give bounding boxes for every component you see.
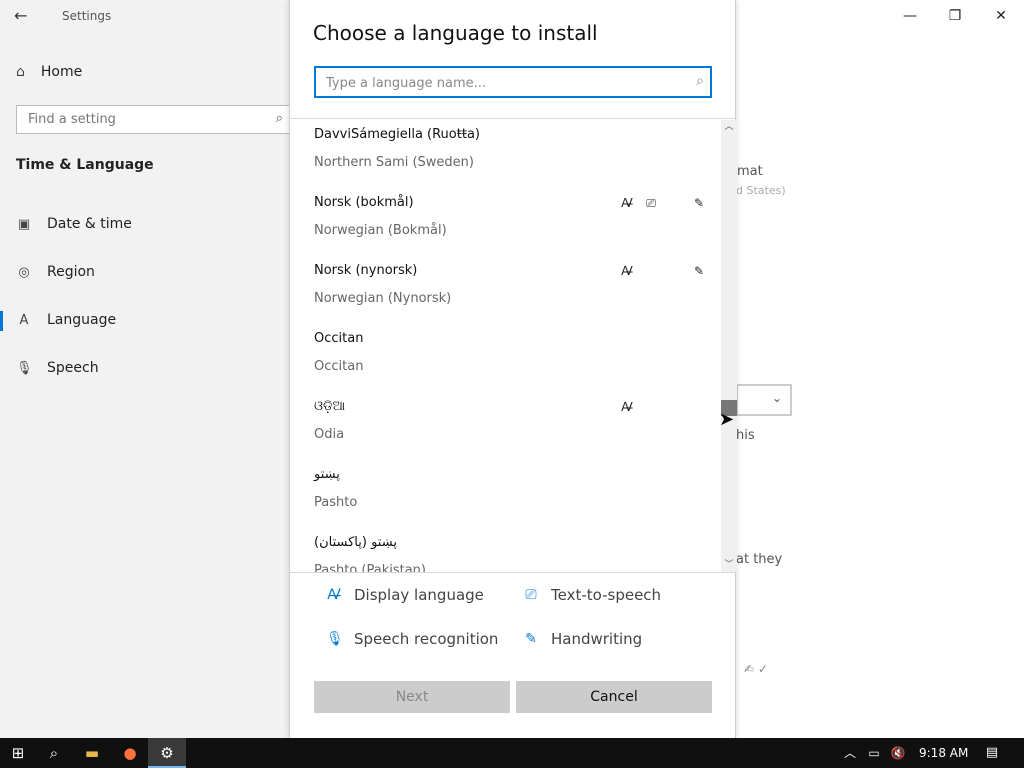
display-language-icon: Ꜻ	[621, 400, 633, 414]
taskbar-clock[interactable]: 9:18 AM	[919, 746, 968, 760]
find-setting-placeholder: Find a setting	[28, 112, 116, 127]
list-item[interactable]: DavviSámegiella (Ruoŧŧa) Northern Sami (…	[314, 120, 714, 188]
nav-date-time-label: Date & time	[47, 216, 132, 232]
settings-sidebar: ← Settings ⌂ Home Find a setting ⌕ Time …	[0, 0, 290, 738]
firefox-icon[interactable]: ●	[120, 743, 140, 763]
legend-handwriting-label: Handwriting	[551, 630, 643, 648]
legend-text-to-speech: ⎚ Text-to-speech	[523, 586, 661, 604]
bg-his-text: his	[736, 428, 755, 443]
list-item[interactable]: Norsk (nynorsk) Norwegian (Nynorsk) Ꜻ ✎	[314, 256, 714, 324]
microphone-icon: 🎙	[326, 631, 344, 647]
network-icon[interactable]: ▭	[864, 743, 884, 763]
section-title: Time & Language	[16, 157, 154, 173]
nav-speech[interactable]: 🎙 Speech	[16, 360, 99, 376]
language-english-name: Occitan	[314, 359, 364, 374]
handwriting-icon: ✎	[693, 264, 705, 278]
chevron-up-icon[interactable]: ︿	[840, 743, 860, 763]
list-scrollbar[interactable]: ︿ ﹀	[721, 120, 737, 572]
legend-handwriting: ✎ Handwriting	[523, 630, 642, 648]
microphone-icon: 🎙	[16, 360, 33, 376]
handwriting-icon: ✎	[693, 196, 705, 210]
language-english-name: Northern Sami (Sweden)	[314, 155, 474, 170]
nav-language-label: Language	[47, 312, 117, 328]
chevron-down-icon: ⌄	[771, 391, 782, 405]
calendar-clock-icon: ▣	[17, 216, 31, 232]
handwriting-icon: ✎	[525, 631, 537, 647]
minimize-icon[interactable]: —	[900, 6, 920, 26]
search-icon[interactable]: ⌕	[44, 743, 64, 763]
list-item[interactable]: (پاکستان) پښتو Pashto (Pakistan)	[314, 528, 714, 572]
language-dialog: Choose a language to install ⌕ DavviSáme…	[289, 0, 737, 738]
language-english-name: Odia	[314, 427, 345, 442]
nav-active-indicator	[0, 311, 3, 331]
language-english-name: Pashto	[314, 495, 358, 510]
legend-text-to-speech-label: Text-to-speech	[551, 586, 662, 604]
volume-muted-icon[interactable]: 🔇	[888, 743, 908, 763]
search-icon: ⌕	[275, 111, 283, 126]
notifications-icon[interactable]: ▤	[982, 743, 1002, 763]
home-label: Home	[40, 64, 83, 80]
bg-they-text: at they	[736, 552, 783, 567]
back-arrow-icon[interactable]: ←	[14, 6, 34, 26]
language-native-name: Norsk (nynorsk)	[314, 263, 418, 278]
bg-format-text: mat	[737, 164, 763, 179]
mouse-cursor-icon: ➤	[719, 409, 735, 430]
list-item[interactable]: پښتو Pashto	[314, 460, 714, 528]
bg-dropdown[interactable]: ⌄	[736, 384, 792, 416]
chevron-down-icon[interactable]: ﹀	[721, 558, 737, 572]
window-title: Settings	[62, 9, 112, 23]
start-windows-icon[interactable]: ⊞	[8, 743, 28, 763]
search-icon: ⌕	[696, 73, 704, 89]
restore-icon[interactable]: ❐	[945, 6, 965, 26]
display-language-icon: Ꜻ	[327, 587, 341, 603]
file-explorer-icon[interactable]: ▬	[82, 743, 102, 763]
close-icon[interactable]: ✕	[991, 6, 1011, 26]
list-item[interactable]: Occitan Occitan	[314, 324, 714, 392]
nav-home[interactable]: ⌂ Home	[16, 64, 82, 80]
bg-states-text: d States)	[736, 184, 786, 197]
nav-region[interactable]: ◎ Region	[16, 264, 95, 280]
language-native-name: ଓଡ଼ିଆ	[314, 399, 346, 414]
display-language-icon: Ꜻ	[621, 264, 633, 278]
nav-language[interactable]: A Language	[16, 312, 117, 328]
legend-speech-recognition: 🎙 Speech recognition	[326, 630, 498, 648]
list-bottom-divider	[290, 572, 735, 573]
display-language-icon: Ꜻ	[621, 196, 633, 210]
gear-icon[interactable]: ⚙	[157, 743, 177, 763]
chevron-up-icon[interactable]: ︿	[721, 120, 737, 134]
language-search-input[interactable]	[326, 74, 676, 92]
language-list: DavviSámegiella (Ruoŧŧa) Northern Sami (…	[290, 120, 720, 572]
globe-icon: ◎	[18, 264, 30, 280]
legend-display-language: Ꜻ Display language	[326, 586, 484, 604]
text-to-speech-icon: ⎚	[646, 196, 656, 210]
taskbar: ⊞ ⌕ ▬ ● ⚙ ︿ ▭ 🔇 9:18 AM ▤	[0, 738, 1024, 768]
language-native-name: Occitan	[314, 331, 364, 346]
nav-date-time[interactable]: ▣ Date & time	[16, 216, 132, 232]
language-native-name: پښتو	[314, 467, 340, 482]
dialog-title: Choose a language to install	[313, 21, 598, 45]
language-native-name: DavviSámegiella (Ruoŧŧa)	[314, 127, 480, 142]
language-search-box[interactable]: ⌕	[314, 66, 712, 98]
nav-speech-label: Speech	[47, 360, 99, 376]
language-native-name: Norsk (bokmål)	[314, 195, 414, 210]
home-icon: ⌂	[16, 64, 25, 80]
nav-region-label: Region	[47, 264, 95, 280]
find-setting-input[interactable]: Find a setting ⌕	[16, 105, 290, 134]
list-item[interactable]: Norsk (bokmål) Norwegian (Bokmål) Ꜻ ⎚ ✎	[314, 188, 714, 256]
next-button[interactable]: Next	[314, 681, 510, 713]
language-english-name: Norwegian (Bokmål)	[314, 223, 447, 238]
legend-speech-recognition-label: Speech recognition	[354, 630, 499, 648]
language-native-name: (پاکستان) پښتو	[314, 535, 397, 550]
handwriting-icon: ✍ ✓	[744, 662, 768, 676]
language-english-name: Pashto (Pakistan)	[314, 563, 426, 572]
text-to-speech-icon: ⎚	[525, 587, 537, 603]
language-english-name: Norwegian (Nynorsk)	[314, 291, 452, 306]
list-top-divider	[290, 118, 735, 119]
legend-display-language-label: Display language	[354, 586, 484, 604]
cancel-button[interactable]: Cancel	[516, 681, 712, 713]
language-icon: A	[19, 312, 29, 328]
list-item[interactable]: ଓଡ଼ିଆ Odia Ꜻ	[314, 392, 714, 460]
